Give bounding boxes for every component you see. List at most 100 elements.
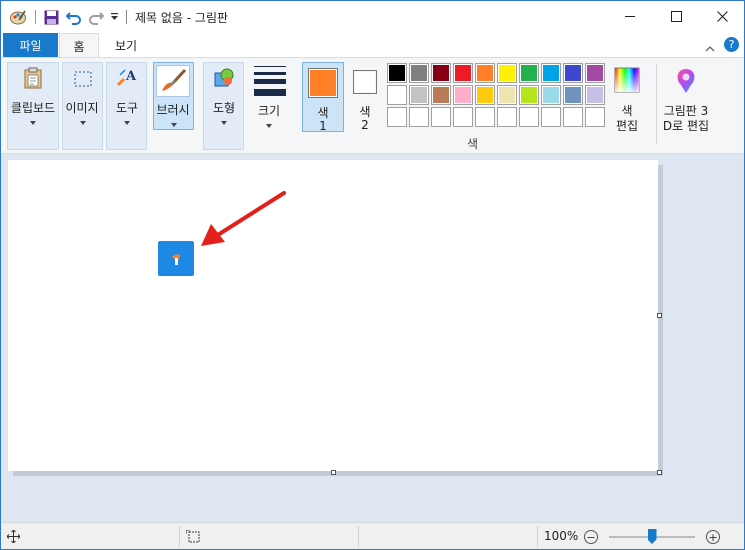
palette-swatch-color [433,87,449,103]
palette-swatch[interactable] [475,85,495,105]
palette-empty-swatch[interactable] [585,107,605,127]
palette-swatch-color [411,65,427,81]
palette-swatch-color [499,87,515,103]
clipboard-icon [22,67,44,89]
zoom-level: 100% [544,529,579,543]
edit-colors-button[interactable]: 색 편집 [609,62,645,133]
status-separator [179,526,180,547]
image-label: 이미지 [65,101,99,115]
palette-swatch-color [477,65,493,81]
palette-swatch-color [543,65,559,81]
shapes-group[interactable]: 도형 [203,62,244,150]
zoom-out-button[interactable]: − [584,530,598,544]
undo-icon[interactable] [66,9,82,25]
palette-swatch-color [565,87,581,103]
palette-swatch-color [587,65,603,81]
palette-swatch[interactable] [431,63,451,83]
palette-swatch-color [521,87,537,103]
title-bar: 제목 없음 - 그림판 [1,1,744,33]
colors-section-label: 색 [467,137,479,151]
zoom-slider-thumb[interactable] [647,529,657,544]
palette-empty-swatch[interactable] [497,107,517,127]
resize-handle-bottom[interactable] [331,470,336,475]
color1-swatch-frame [308,68,338,98]
palette-swatch-color [455,87,471,103]
brushes-label: 브러시 [156,103,190,117]
clipboard-label: 클립보드 [10,101,56,115]
shapes-label: 도형 [212,101,236,115]
resize-handle-right[interactable] [657,313,662,318]
tab-home[interactable]: 홈 [59,33,99,58]
chevron-down-icon [80,121,86,125]
ribbon-tabs: 파일 홈 보기 ? [1,33,744,58]
brush-icon [156,65,190,97]
palette-swatch-color [411,87,427,103]
palette-swatch-color [433,65,449,81]
close-button[interactable] [699,1,744,32]
size-button[interactable]: 크기 [249,62,293,132]
palette-swatch[interactable] [387,63,407,83]
palette-empty-swatch[interactable] [563,107,583,127]
palette-swatch[interactable] [409,85,429,105]
brushes-button[interactable]: 브러시 [153,62,194,130]
palette-swatch[interactable] [409,63,429,83]
redo-icon[interactable] [88,9,104,25]
palette-swatch-color [521,65,537,81]
save-icon[interactable] [43,9,59,25]
palette-swatch[interactable] [519,85,539,105]
palette-swatch[interactable] [541,63,561,83]
drawing-canvas[interactable] [8,160,658,471]
clipboard-group[interactable]: 클립보드 [7,62,59,150]
status-separator [358,526,359,547]
help-icon[interactable]: ? [724,37,739,52]
palette-swatch[interactable] [431,85,451,105]
collapse-ribbon-icon[interactable] [705,41,715,55]
resize-handle-corner[interactable] [657,470,662,475]
color-spectrum-icon [613,66,641,94]
title-divider [35,10,36,24]
palette-swatch[interactable] [563,85,583,105]
palette-swatch[interactable] [563,63,583,83]
palette-swatch-color [389,65,405,81]
edit-with-paint3d-button[interactable]: 그림판 3 D로 편집 [660,62,712,133]
palette-empty-swatch[interactable] [519,107,539,127]
palette-swatch[interactable] [585,63,605,83]
text-tool-icon: A [116,67,138,89]
tools-group[interactable]: A 도구 [106,62,147,150]
paint3d-label-line2: D로 편집 [662,119,710,133]
customize-toolbar-icon[interactable] [109,9,119,25]
palette-swatch[interactable] [475,63,495,83]
palette-empty-swatch[interactable] [475,107,495,127]
color1-button[interactable]: 색 1 [302,62,344,133]
palette-swatch[interactable] [585,85,605,105]
tab-file[interactable]: 파일 [3,33,58,57]
palette-swatch[interactable] [497,85,517,105]
status-bar: 100% − + [1,522,744,549]
color2-button[interactable]: 색 2 [347,62,383,132]
palette-swatch[interactable] [453,63,473,83]
selection-size-icon [185,529,200,546]
zoom-in-button[interactable]: + [706,530,720,544]
line-size-icon [253,66,287,96]
minimize-icon [624,16,635,17]
palette-swatch-color [499,65,515,81]
palette-empty-swatch[interactable] [431,107,451,127]
palette-empty-swatch[interactable] [453,107,473,127]
palette-empty-swatch[interactable] [387,107,407,127]
palette-swatch[interactable] [541,85,561,105]
tab-view[interactable]: 보기 [104,33,148,57]
paint-app-icon[interactable] [9,9,27,25]
palette-swatch[interactable] [453,85,473,105]
palette-swatch[interactable] [497,63,517,83]
minimize-button[interactable] [607,1,653,32]
palette-swatch[interactable] [387,85,407,105]
palette-swatch[interactable] [519,63,539,83]
window-title: 제목 없음 - 그림판 [135,11,229,25]
palette-empty-swatch[interactable] [409,107,429,127]
ribbon: 클립보드 이미지 A 도구 브러시 도형 크기 색 1 색 2 색 편집 그림판… [1,57,744,154]
chevron-down-icon [266,124,272,128]
maximize-button[interactable] [653,1,699,32]
image-group[interactable]: 이미지 [62,62,103,150]
palette-swatch-color [389,87,405,103]
palette-empty-swatch[interactable] [541,107,561,127]
